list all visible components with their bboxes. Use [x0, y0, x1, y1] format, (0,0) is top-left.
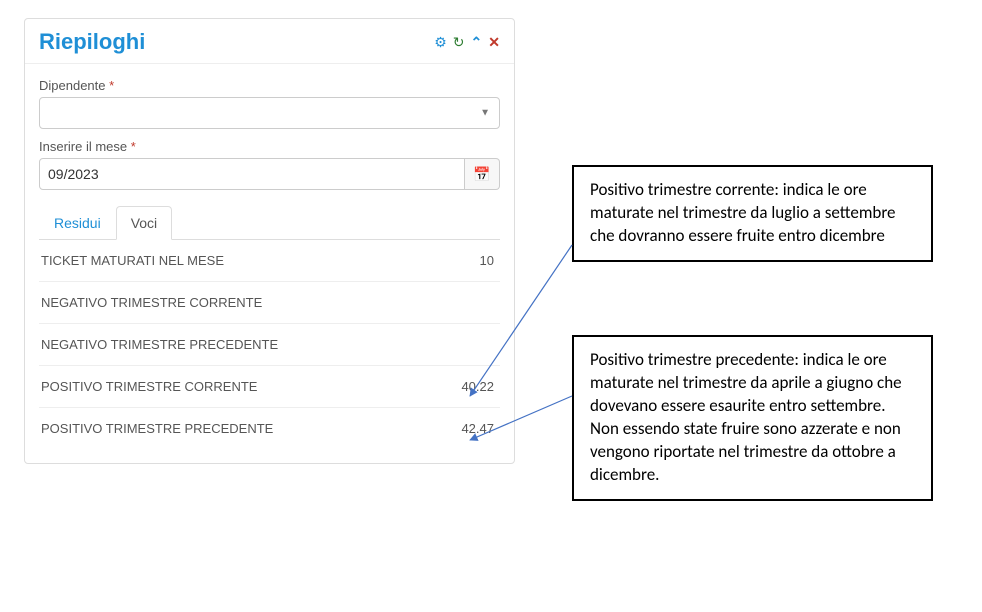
row-value: 40.22 — [461, 379, 498, 394]
gear-icon[interactable]: ⚙ — [434, 35, 447, 49]
row-negativo-corrente: NEGATIVO TRIMESTRE CORRENTE — [39, 282, 500, 324]
row-label: NEGATIVO TRIMESTRE PRECEDENTE — [41, 337, 278, 352]
calendar-button[interactable]: 📅 — [465, 158, 500, 190]
panel-body: Dipendente * ▼ Inserire il mese * 09/202… — [25, 64, 514, 463]
mese-label: Inserire il mese * — [39, 139, 500, 154]
tab-residui[interactable]: Residui — [39, 206, 116, 240]
mese-input-group: 09/2023 📅 — [39, 158, 500, 190]
callout-text: Positivo trimestre precedente: indica le… — [590, 349, 902, 485]
panel-header: Riepiloghi ⚙ ↻ ⌃ ✕ — [25, 19, 514, 64]
row-label: POSITIVO TRIMESTRE CORRENTE — [41, 379, 257, 394]
row-value — [494, 337, 498, 352]
riepiloghi-panel: Riepiloghi ⚙ ↻ ⌃ ✕ Dipendente * ▼ Inseri… — [24, 18, 515, 464]
panel-title: Riepiloghi — [39, 29, 145, 55]
dipendente-select-value[interactable] — [39, 97, 500, 129]
callout-text: Positivo trimestre corrente: indica le o… — [590, 179, 896, 246]
required-mark: * — [109, 78, 114, 93]
refresh-icon[interactable]: ↻ — [453, 35, 465, 49]
row-positivo-corrente: POSITIVO TRIMESTRE CORRENTE 40.22 — [39, 366, 500, 408]
row-ticket-maturati: TICKET MATURATI NEL MESE 10 — [39, 240, 500, 282]
row-value: 10 — [480, 253, 498, 268]
row-negativo-precedente: NEGATIVO TRIMESTRE PRECEDENTE — [39, 324, 500, 366]
panel-icon-group: ⚙ ↻ ⌃ ✕ — [434, 35, 500, 49]
collapse-icon[interactable]: ⌃ — [471, 35, 483, 49]
tab-bar: Residui Voci — [39, 206, 500, 240]
row-label: TICKET MATURATI NEL MESE — [41, 253, 224, 268]
dipendente-label-text: Dipendente — [39, 78, 106, 93]
dipendente-label: Dipendente * — [39, 78, 500, 93]
row-label: POSITIVO TRIMESTRE PRECEDENTE — [41, 421, 273, 436]
close-icon[interactable]: ✕ — [488, 35, 500, 49]
row-value — [494, 295, 498, 310]
row-positivo-precedente: POSITIVO TRIMESTRE PRECEDENTE 42.47 — [39, 408, 500, 449]
callout-positivo-corrente: Positivo trimestre corrente: indica le o… — [572, 165, 933, 262]
tab-voci[interactable]: Voci — [116, 206, 172, 240]
mese-input[interactable]: 09/2023 — [39, 158, 465, 190]
required-mark: * — [131, 139, 136, 154]
dipendente-select[interactable]: ▼ — [39, 97, 500, 129]
callout-positivo-precedente: Positivo trimestre precedente: indica le… — [572, 335, 933, 501]
calendar-icon: 📅 — [473, 166, 490, 183]
mese-label-text: Inserire il mese — [39, 139, 127, 154]
row-value: 42.47 — [461, 421, 498, 436]
row-label: NEGATIVO TRIMESTRE CORRENTE — [41, 295, 262, 310]
